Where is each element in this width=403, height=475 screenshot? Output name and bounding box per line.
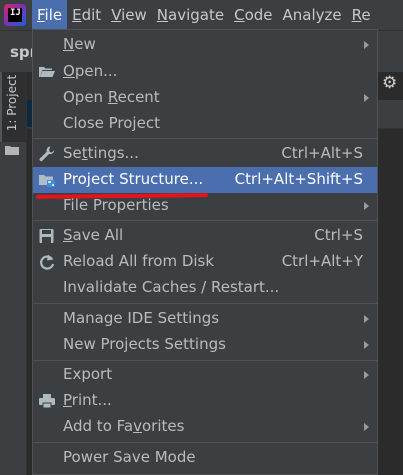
submenu-arrow-icon	[364, 371, 369, 379]
menu-item-close-project[interactable]: Close Project	[33, 111, 377, 137]
submenu-arrow-icon	[364, 94, 369, 102]
project-tool-tab-label: 1: Project	[5, 74, 19, 132]
gear-icon[interactable]: ⚙	[382, 73, 397, 93]
project-structure-icon	[39, 175, 55, 187]
menu-refactor[interactable]: Re	[347, 0, 376, 30]
submenu-arrow-icon	[364, 202, 369, 210]
submenu-arrow-icon	[364, 41, 369, 49]
submenu-arrow-icon	[364, 423, 369, 431]
menu-item-open-recent[interactable]: Open Recent	[33, 85, 377, 111]
menu-edit[interactable]: Edit	[67, 0, 106, 30]
menu-separator	[33, 303, 377, 304]
menu-item-settings[interactable]: Settings... Ctrl+Alt+S	[33, 141, 377, 167]
menu-bar: IJ File Edit View Navigate Code Analyze …	[0, 0, 403, 30]
printer-icon	[39, 394, 55, 409]
menu-item-new[interactable]: New	[33, 32, 377, 58]
save-icon	[39, 229, 54, 243]
reload-icon	[40, 254, 55, 270]
menu-item-add-to-favorites[interactable]: Add to Favorites	[33, 414, 377, 440]
menu-item-invalidate-caches[interactable]: Invalidate Caches / Restart...	[33, 275, 377, 301]
folder-icon	[5, 146, 19, 155]
menu-item-power-save-mode[interactable]: Power Save Mode	[33, 445, 377, 471]
menu-item-open[interactable]: Open...	[33, 59, 377, 85]
menu-item-manage-ide-settings[interactable]: Manage IDE Settings	[33, 306, 377, 332]
menu-item-save-all[interactable]: Save All Ctrl+S	[33, 223, 377, 249]
menu-item-project-structure[interactable]: Project Structure... Ctrl+Alt+Shift+S	[33, 167, 377, 193]
submenu-arrow-icon	[364, 315, 369, 323]
menu-item-export[interactable]: Export	[33, 362, 377, 388]
menu-item-reload-all[interactable]: Reload All from Disk Ctrl+Alt+Y	[33, 249, 377, 275]
menu-file[interactable]: File	[32, 0, 68, 30]
app-logo-icon[interactable]: IJ	[4, 4, 26, 26]
menu-separator	[33, 138, 377, 139]
menu-separator	[33, 360, 377, 361]
menu-code[interactable]: Code	[229, 0, 277, 30]
menu-view[interactable]: View	[106, 0, 152, 30]
menu-item-print[interactable]: Print...	[33, 388, 377, 414]
menu-analyze[interactable]: Analyze	[278, 0, 347, 30]
menu-separator	[33, 220, 377, 221]
open-folder-icon	[39, 67, 55, 77]
menu-item-new-projects-settings[interactable]: New Projects Settings	[33, 332, 377, 358]
submenu-arrow-icon	[364, 341, 369, 349]
menu-separator	[33, 442, 377, 443]
file-menu-dropdown: New Open... Open Recent Close Project Se…	[32, 29, 378, 475]
menu-navigate[interactable]: Navigate	[152, 0, 229, 30]
wrench-icon	[39, 146, 55, 162]
